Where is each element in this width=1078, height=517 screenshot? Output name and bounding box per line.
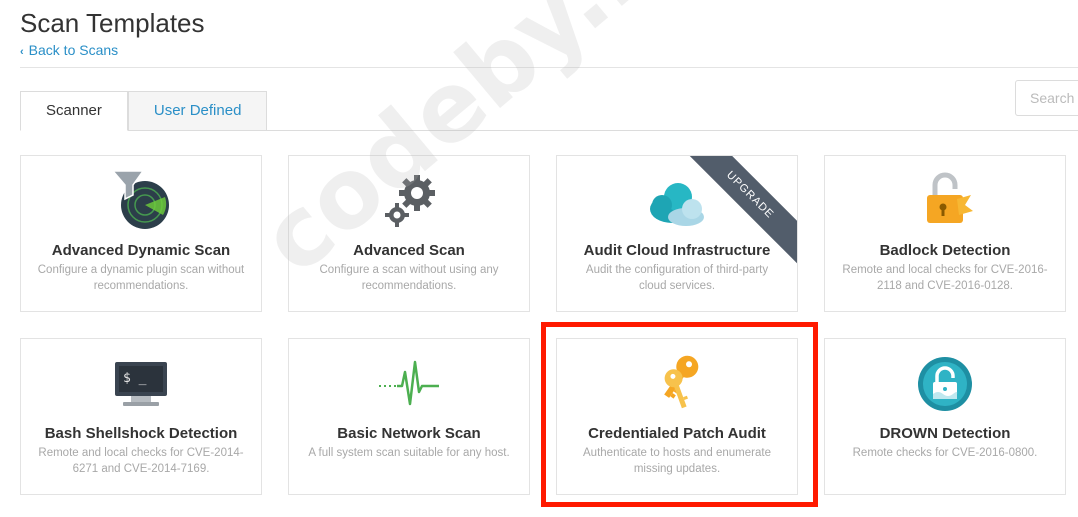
template-description: Configure a dynamic plugin scan without … [37, 264, 245, 292]
keys-icon [557, 353, 797, 415]
tab-user-defined[interactable]: User Defined [127, 91, 268, 131]
template-title: Credentialed Patch Audit [588, 425, 766, 442]
template-card-advanced-scan[interactable]: Advanced Scan Configure a scan without u… [288, 155, 530, 312]
tabs-divider [20, 130, 1078, 131]
template-description: Remote checks for CVE-2016-0800. [852, 447, 1038, 459]
template-card-audit-cloud-infrastructure[interactable]: Audit Cloud Infrastructure Audit the con… [556, 155, 798, 312]
drown-lock-icon [825, 353, 1065, 415]
back-to-scans-link[interactable]: ‹ Back to Scans [20, 42, 118, 58]
template-tabs: Scanner User Defined [20, 91, 268, 131]
template-description: Remote and local checks for CVE-2016-211… [842, 264, 1048, 292]
template-title: Bash Shellshock Detection [44, 425, 238, 442]
template-card-badlock-detection[interactable]: Badlock Detection Remote and local check… [824, 155, 1066, 312]
gears-icon [289, 170, 529, 232]
chevron-left-icon: ‹ [20, 46, 24, 58]
template-card-credentialed-patch-audit[interactable]: Credentialed Patch Audit Authenticate to… [556, 338, 798, 495]
page-title: Scan Templates [20, 8, 205, 38]
upgrade-badge: UPGRADE [687, 156, 797, 266]
header-divider [20, 67, 1078, 68]
template-description: Configure a scan without using any recom… [319, 264, 499, 292]
template-title: Basic Network Scan [337, 425, 481, 442]
broken-lock-icon [825, 170, 1065, 232]
template-card-drown-detection[interactable]: DROWN Detection Remote checks for CVE-20… [824, 338, 1066, 495]
template-card-bash-shellshock-detection[interactable]: $ _ Bash Shellshock Detection Remote and… [20, 338, 262, 495]
template-description: Audit the configuration of third-party c… [585, 264, 769, 292]
pulse-icon [289, 353, 529, 415]
terminal-monitor-icon: $ _ [21, 353, 261, 415]
upgrade-ribbon: UPGRADE [687, 156, 797, 266]
template-title: Advanced Dynamic Scan [51, 242, 231, 259]
tab-scanner[interactable]: Scanner [20, 91, 128, 131]
template-description: A full system scan suitable for any host… [308, 447, 510, 459]
radar-funnel-icon [21, 170, 261, 232]
template-description: Authenticate to hosts and enumerate miss… [583, 447, 771, 475]
svg-text:$ _: $ _ [123, 371, 147, 386]
back-to-scans-label: Back to Scans [28, 42, 119, 58]
template-title: Advanced Scan [353, 242, 465, 259]
template-description: Remote and local checks for CVE-2014-627… [38, 447, 244, 475]
template-card-basic-network-scan[interactable]: Basic Network Scan A full system scan su… [288, 338, 530, 495]
template-title: DROWN Detection [879, 425, 1011, 442]
template-title: Badlock Detection [879, 242, 1011, 259]
template-card-advanced-dynamic-scan[interactable]: Advanced Dynamic Scan Configure a dynami… [20, 155, 262, 312]
search-input[interactable] [1015, 80, 1078, 116]
